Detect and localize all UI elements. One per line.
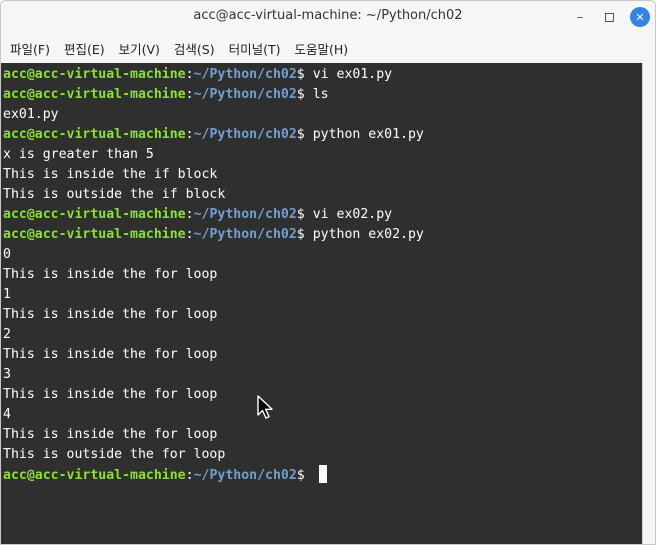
maximize-icon (604, 12, 614, 22)
output-line: 0 (3, 245, 642, 265)
command-text: python ex02.py (304, 227, 424, 242)
output-text: This is inside the for loop (3, 267, 218, 282)
prompt-line: acc@acc-virtual-machine:~/Python/ch02$ l… (3, 85, 642, 105)
command-text (305, 468, 313, 483)
prompt-dollar: $ (296, 468, 305, 483)
minimize-icon: – (576, 9, 584, 25)
prompt-separator: : (185, 127, 194, 142)
text-cursor (318, 465, 327, 483)
output-text: This is outside the for loop (3, 447, 226, 462)
output-text: 2 (3, 327, 11, 342)
prompt-user: acc@acc-virtual-machine (3, 127, 186, 142)
output-line: This is inside the for loop (3, 425, 642, 445)
output-line: This is outside the if block (3, 185, 642, 205)
prompt-separator: : (185, 227, 194, 242)
prompt-path: ~/Python/ch02 (193, 87, 297, 102)
prompt-user: acc@acc-virtual-machine (3, 468, 186, 483)
output-text: ex01.py (3, 107, 59, 122)
output-text: 4 (3, 407, 11, 422)
prompt-user: acc@acc-virtual-machine (3, 227, 186, 242)
command-text: ls (304, 87, 329, 102)
output-text: This is inside the for loop (3, 427, 218, 442)
output-line: This is outside the for loop (3, 445, 642, 465)
prompt-line: acc@acc-virtual-machine:~/Python/ch02$ v… (3, 205, 642, 225)
prompt-separator: : (185, 468, 194, 483)
prompt-line: acc@acc-virtual-machine:~/Python/ch02$ p… (3, 225, 642, 245)
minimize-button[interactable]: – (570, 7, 590, 27)
prompt-line: acc@acc-virtual-machine:~/Python/ch02$ v… (3, 65, 642, 85)
output-line: 4 (3, 405, 642, 425)
output-text: 3 (3, 367, 11, 382)
output-line: 3 (3, 365, 642, 385)
prompt-dollar: $ (296, 227, 305, 242)
output-line: This is inside the for loop (3, 345, 642, 365)
terminal-output[interactable]: acc@acc-virtual-machine:~/Python/ch02$ v… (1, 63, 642, 544)
prompt-path: ~/Python/ch02 (193, 67, 297, 82)
prompt-separator: : (185, 87, 194, 102)
command-text: vi ex01.py (304, 67, 393, 82)
prompt-path: ~/Python/ch02 (193, 207, 297, 222)
output-line: This is inside the for loop (3, 265, 642, 285)
output-line: This is inside the for loop (3, 305, 642, 325)
command-text: python ex01.py (304, 127, 424, 142)
menu-bar: 파일(F) 편집(E) 보기(V) 검색(S) 터미널(T) 도움말(H) (1, 34, 655, 62)
output-text: This is outside the if block (3, 187, 226, 202)
prompt-dollar: $ (296, 207, 305, 222)
output-line: ex01.py (3, 105, 642, 125)
title-bar[interactable]: acc@acc-virtual-machine: ~/Python/ch02 –… (1, 1, 655, 33)
output-text: This is inside the if block (3, 167, 218, 182)
menu-file[interactable]: 파일(F) (10, 39, 50, 58)
output-text: This is inside the for loop (3, 387, 218, 402)
close-button[interactable]: ✕ (630, 7, 650, 27)
menu-search[interactable]: 검색(S) (174, 39, 215, 58)
menu-terminal[interactable]: 터미널(T) (229, 39, 281, 58)
prompt-dollar: $ (296, 127, 305, 142)
output-text: 0 (3, 247, 11, 262)
prompt-user: acc@acc-virtual-machine (3, 67, 186, 82)
window-title: acc@acc-virtual-machine: ~/Python/ch02 (193, 8, 463, 23)
output-line: This is inside the if block (3, 165, 642, 185)
maximize-button[interactable] (599, 7, 619, 27)
prompt-separator: : (185, 207, 194, 222)
output-line: x is greater than 5 (3, 145, 642, 165)
menu-view[interactable]: 보기(V) (119, 39, 160, 58)
prompt-line: acc@acc-virtual-machine:~/Python/ch02$ (3, 465, 642, 485)
prompt-dollar: $ (296, 67, 305, 82)
output-line: 1 (3, 285, 642, 305)
prompt-user: acc@acc-virtual-machine (3, 207, 186, 222)
output-text: This is inside the for loop (3, 347, 218, 362)
output-text: This is inside the for loop (3, 307, 218, 322)
command-text: vi ex02.py (304, 207, 393, 222)
prompt-line: acc@acc-virtual-machine:~/Python/ch02$ p… (3, 125, 642, 145)
mouse-pointer-icon (257, 395, 273, 419)
scrollbar[interactable] (642, 63, 655, 544)
menu-edit[interactable]: 편집(E) (64, 39, 105, 58)
prompt-path: ~/Python/ch02 (193, 127, 297, 142)
prompt-path: ~/Python/ch02 (193, 468, 297, 483)
output-text: x is greater than 5 (3, 147, 154, 162)
prompt-dollar: $ (296, 87, 305, 102)
prompt-path: ~/Python/ch02 (193, 227, 297, 242)
output-line: 2 (3, 325, 642, 345)
terminal-window: acc@acc-virtual-machine: ~/Python/ch02 –… (0, 0, 656, 545)
output-text: 1 (3, 287, 11, 302)
menu-help[interactable]: 도움말(H) (295, 39, 349, 58)
prompt-separator: : (185, 67, 194, 82)
close-icon: ✕ (635, 10, 645, 24)
output-line: This is inside the for loop (3, 385, 642, 405)
prompt-user: acc@acc-virtual-machine (3, 87, 186, 102)
